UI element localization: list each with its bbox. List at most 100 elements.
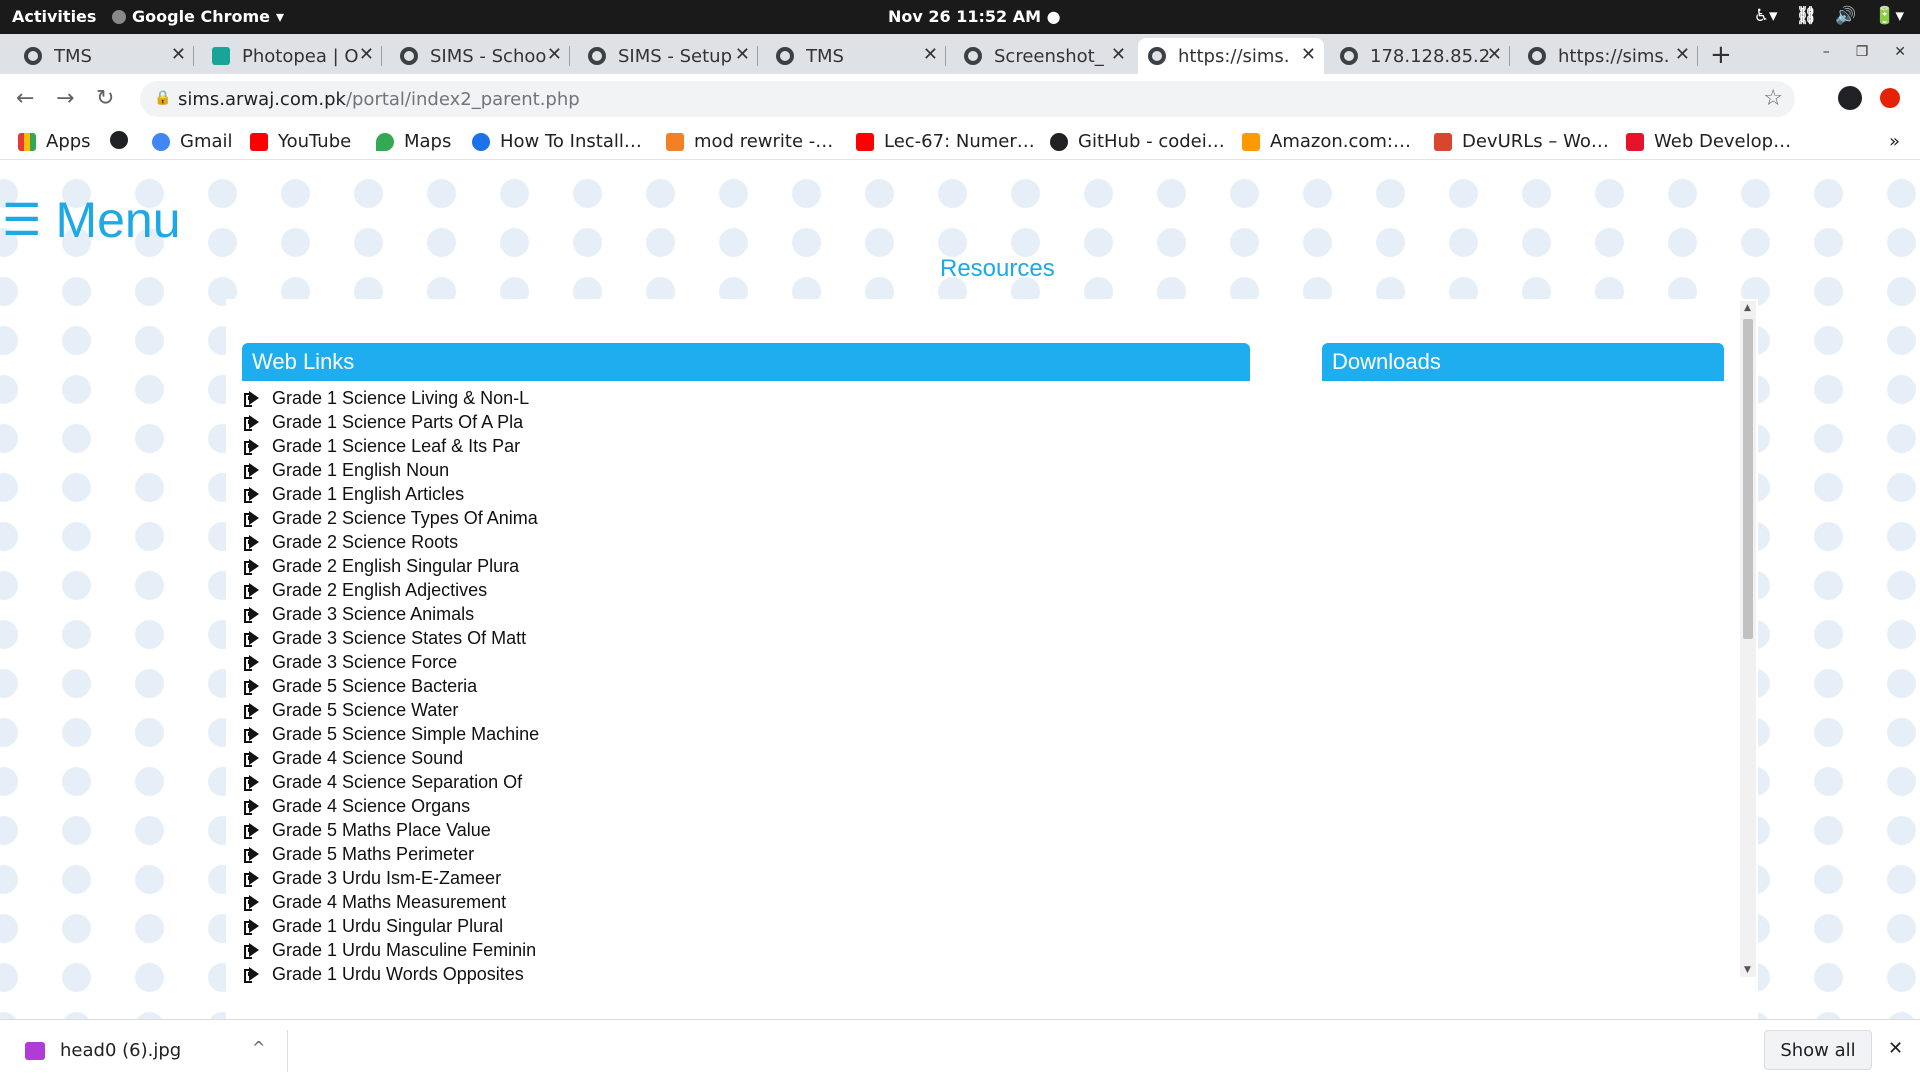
- menu-button[interactable]: ☰ Menu: [2, 191, 181, 249]
- web-link-label[interactable]: Grade 4 Science Organs: [272, 796, 470, 817]
- web-link-label[interactable]: Grade 3 Science Force: [272, 652, 457, 673]
- bookmark-lec67[interactable]: Lec-67: Numer…: [856, 131, 1035, 152]
- web-link-label[interactable]: Grade 1 Science Living & Non-L: [272, 388, 529, 409]
- clock[interactable]: Nov 26 11:52 AM ●: [888, 7, 1061, 26]
- web-link-item[interactable]: Grade 3 Science States Of Matt: [244, 626, 539, 650]
- bookmark-amazon[interactable]: Amazon.com:…: [1242, 131, 1411, 152]
- close-shelf-icon[interactable]: ✕: [1888, 1038, 1903, 1059]
- system-tray[interactable]: ♿▾ ⛓ 🔊 🔋▾: [1754, 6, 1904, 26]
- chevron-up-icon[interactable]: ^: [252, 1038, 265, 1057]
- web-link-label[interactable]: Grade 4 Science Sound: [272, 748, 463, 769]
- scroll-up-icon[interactable]: ▲: [1744, 303, 1751, 313]
- minimize-button[interactable]: –: [1823, 44, 1830, 60]
- bookmark-unnamed[interactable]: [110, 131, 138, 149]
- web-link-item[interactable]: Grade 3 Science Force: [244, 650, 539, 674]
- show-all-button[interactable]: Show all: [1764, 1030, 1872, 1070]
- close-icon[interactable]: ✕: [1675, 44, 1690, 65]
- app-menu[interactable]: Google Chrome ▾: [112, 7, 284, 26]
- close-icon[interactable]: ✕: [359, 44, 374, 65]
- address-bar[interactable]: 🔒 sims.arwaj.com.pk/portal/index2_parent…: [140, 81, 1795, 117]
- profile-avatar-icon[interactable]: [1838, 86, 1862, 110]
- tab-sims-setup[interactable]: SIMS - Setup ✕: [578, 38, 758, 74]
- web-link-item[interactable]: Grade 4 Science Separation Of: [244, 770, 539, 794]
- accessibility-icon[interactable]: ♿▾: [1754, 6, 1778, 26]
- web-link-label[interactable]: Grade 1 Urdu Masculine Feminin: [272, 940, 536, 961]
- maximize-button[interactable]: ❐: [1856, 44, 1869, 60]
- battery-icon[interactable]: 🔋▾: [1874, 6, 1904, 26]
- network-icon[interactable]: ⛓: [1796, 6, 1818, 26]
- web-link-label[interactable]: Grade 2 English Adjectives: [272, 580, 487, 601]
- web-link-item[interactable]: Grade 1 Science Parts Of A Pla: [244, 410, 539, 434]
- web-link-label[interactable]: Grade 4 Maths Measurement: [272, 892, 506, 913]
- web-link-label[interactable]: Grade 2 English Singular Plura: [272, 556, 519, 577]
- tab-screenshot[interactable]: Screenshot_ ✕: [954, 38, 1134, 74]
- tab-sims-active[interactable]: https://sims. ✕: [1138, 38, 1324, 74]
- content-scrollbar[interactable]: ▲ ▼: [1740, 301, 1756, 977]
- bookmark-how-to-install[interactable]: How To Install…: [472, 131, 642, 152]
- web-link-label[interactable]: Grade 2 Science Roots: [272, 532, 458, 553]
- web-link-item[interactable]: Grade 4 Science Organs: [244, 794, 539, 818]
- web-link-label[interactable]: Grade 1 Urdu Singular Plural: [272, 916, 503, 937]
- web-link-label[interactable]: Grade 4 Science Separation Of: [272, 772, 522, 793]
- web-link-item[interactable]: Grade 1 Urdu Singular Plural: [244, 914, 539, 938]
- url-text[interactable]: sims.arwaj.com.pk/portal/index2_parent.p…: [178, 89, 580, 110]
- web-link-item[interactable]: Grade 5 Maths Place Value: [244, 818, 539, 842]
- web-link-item[interactable]: Grade 5 Science Simple Machine: [244, 722, 539, 746]
- bookmark-apps[interactable]: Apps: [18, 131, 91, 152]
- web-link-label[interactable]: Grade 5 Maths Place Value: [272, 820, 491, 841]
- lock-icon[interactable]: 🔒: [154, 90, 171, 106]
- web-link-label[interactable]: Grade 1 Science Leaf & Its Par: [272, 436, 520, 457]
- web-link-label[interactable]: Grade 3 Science States Of Matt: [272, 628, 526, 649]
- bookmark-gmail[interactable]: Gmail: [152, 131, 233, 152]
- web-link-item[interactable]: Grade 2 English Singular Plura: [244, 554, 539, 578]
- forward-button[interactable]: →: [56, 86, 74, 111]
- web-link-label[interactable]: Grade 3 Science Animals: [272, 604, 474, 625]
- web-link-item[interactable]: Grade 1 Science Leaf & Its Par: [244, 434, 539, 458]
- close-icon[interactable]: ✕: [547, 44, 562, 65]
- web-link-item[interactable]: Grade 5 Science Bacteria: [244, 674, 539, 698]
- close-icon[interactable]: ✕: [923, 44, 938, 65]
- close-icon[interactable]: ✕: [1487, 44, 1502, 65]
- web-link-label[interactable]: Grade 5 Science Simple Machine: [272, 724, 539, 745]
- tab-sims-school[interactable]: SIMS - Schoo ✕: [390, 38, 570, 74]
- web-link-item[interactable]: Grade 1 Urdu Masculine Feminin: [244, 938, 539, 962]
- web-link-label[interactable]: Grade 2 Science Types Of Anima: [272, 508, 538, 529]
- web-link-label[interactable]: Grade 5 Science Water: [272, 700, 458, 721]
- bookmark-star-icon[interactable]: ☆: [1763, 86, 1783, 111]
- web-link-label[interactable]: Grade 1 Urdu Words Opposites: [272, 964, 524, 985]
- web-link-label[interactable]: Grade 1 English Articles: [272, 484, 464, 505]
- download-file-name[interactable]: head0 (6).jpg: [60, 1040, 181, 1061]
- volume-icon[interactable]: 🔊: [1835, 6, 1856, 26]
- scrollbar-thumb[interactable]: [1743, 319, 1753, 639]
- web-link-item[interactable]: Grade 3 Science Animals: [244, 602, 539, 626]
- web-link-item[interactable]: Grade 1 English Articles: [244, 482, 539, 506]
- web-link-item[interactable]: Grade 4 Science Sound: [244, 746, 539, 770]
- web-link-label[interactable]: Grade 3 Urdu Ism-E-Zameer: [272, 868, 501, 889]
- close-icon[interactable]: ✕: [735, 44, 750, 65]
- bookmark-github[interactable]: GitHub - codei…: [1050, 131, 1225, 152]
- back-button[interactable]: ←: [16, 86, 34, 111]
- bookmark-devurls[interactable]: DevURLs – Wo…: [1434, 131, 1609, 152]
- web-link-item[interactable]: Grade 1 Science Living & Non-L: [244, 386, 539, 410]
- close-icon[interactable]: ✕: [1301, 44, 1316, 65]
- more-bookmarks-button[interactable]: »: [1889, 131, 1900, 152]
- bookmark-maps[interactable]: Maps: [376, 131, 451, 152]
- web-link-item[interactable]: Grade 5 Science Water: [244, 698, 539, 722]
- reload-button[interactable]: ↻: [96, 86, 114, 111]
- tab-photopea[interactable]: Photopea | O ✕: [202, 38, 382, 74]
- extension-icon[interactable]: [1880, 88, 1900, 108]
- web-link-label[interactable]: Grade 1 English Noun: [272, 460, 449, 481]
- tab-tms-2[interactable]: TMS ✕: [766, 38, 946, 74]
- scroll-down-icon[interactable]: ▼: [1744, 965, 1751, 975]
- bookmark-web-develop[interactable]: Web Develop…: [1626, 131, 1791, 152]
- tab-ip-address[interactable]: 178.128.85.2 ✕: [1330, 38, 1510, 74]
- web-link-item[interactable]: Grade 5 Maths Perimeter: [244, 842, 539, 866]
- web-link-item[interactable]: Grade 1 English Noun: [244, 458, 539, 482]
- close-icon[interactable]: ✕: [1111, 44, 1126, 65]
- web-link-item[interactable]: Grade 2 Science Roots: [244, 530, 539, 554]
- web-link-item[interactable]: Grade 1 Urdu Words Opposites: [244, 962, 539, 986]
- tab-sims-2[interactable]: https://sims. ✕: [1518, 38, 1698, 74]
- web-link-item[interactable]: Grade 4 Maths Measurement: [244, 890, 539, 914]
- tab-tms[interactable]: TMS ✕: [14, 38, 194, 74]
- bookmark-mod-rewrite[interactable]: mod rewrite -…: [666, 131, 833, 152]
